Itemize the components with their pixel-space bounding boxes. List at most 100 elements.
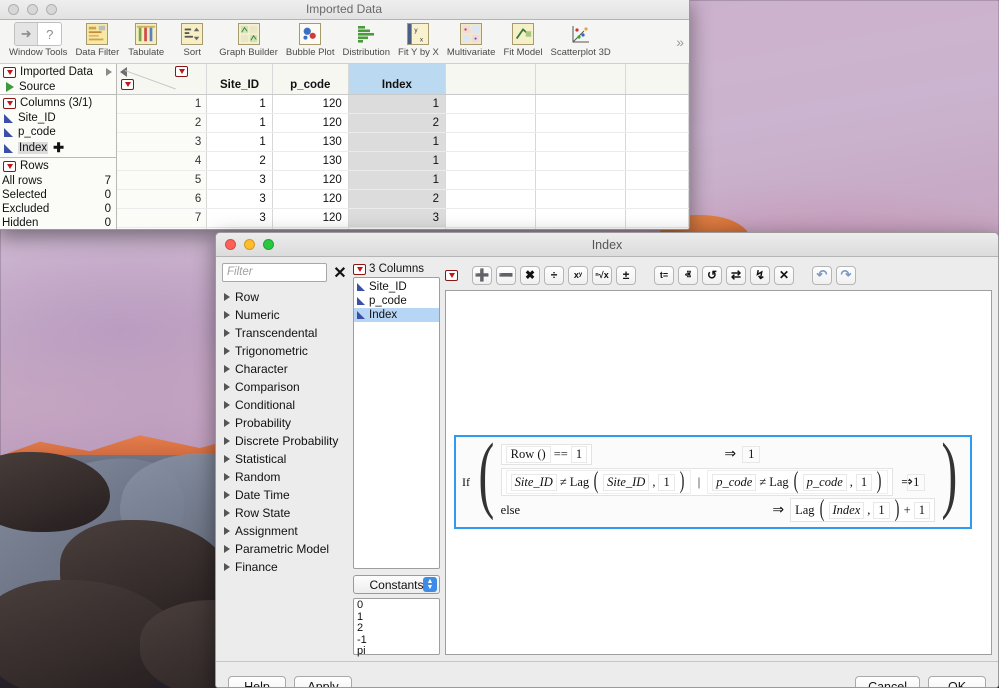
lag-arg-site-id[interactable]: Site_ID (603, 473, 650, 491)
multivariate-icon[interactable] (460, 22, 483, 46)
minimize-button[interactable] (244, 239, 255, 250)
toolbar-overflow-icon[interactable]: » (676, 34, 684, 50)
red-triangle-icon[interactable] (121, 79, 134, 90)
red-triangle-icon[interactable] (445, 269, 458, 281)
condition-2[interactable]: Site_ID ≠ Lag ( Site_ID , 1 ) | p_code ≠… (500, 468, 894, 496)
function-group-statistical[interactable]: Statistical (222, 450, 349, 468)
cancel-button[interactable]: Cancel (855, 675, 920, 687)
fit-y-by-x-icon[interactable]: yx (407, 22, 430, 46)
data-table[interactable]: Site_ID p_code Index 1 1 120 1 2 1 120 2… (117, 64, 689, 229)
grid-corner-cell[interactable] (117, 64, 208, 95)
condition-1-rhs[interactable]: 1 (570, 445, 588, 463)
stepper-icon[interactable]: ▲ ▼ (423, 577, 437, 592)
formula-column-index[interactable]: Index (354, 308, 439, 322)
row-number[interactable]: 1 (117, 94, 208, 114)
table-row[interactable]: 4 2 130 1 (117, 151, 689, 171)
function-group-comparison[interactable]: Comparison (222, 378, 349, 396)
cell-site-id[interactable]: 2 (206, 151, 273, 171)
table-row[interactable]: 2 1 120 2 (117, 113, 689, 133)
swap-button[interactable]: ⇄ (726, 265, 746, 285)
peel-button[interactable]: ↺ (702, 265, 722, 285)
toolbar-item-tabulate[interactable]: Tabulate (123, 22, 169, 58)
subtract-button[interactable]: ➖ (496, 265, 516, 285)
cell-index[interactable]: 1 (348, 151, 446, 171)
toolbar-item-window-tools[interactable]: ➜? Window Tools (5, 22, 71, 58)
collapse-triangle-icon[interactable] (120, 67, 127, 77)
row-number[interactable]: 6 (117, 189, 208, 209)
apply-button[interactable]: Apply (294, 675, 352, 687)
else-clause[interactable]: else ⇒ Lag ( Index , 1 ) + 1 (501, 496, 935, 524)
sort-icon[interactable] (181, 22, 204, 46)
formula-canvas[interactable]: If ( Row () == 1 ⇒ 1 Site_ID ≠ Lag (Sit… (445, 290, 992, 655)
chevron-right-icon[interactable] (224, 347, 230, 355)
help-button[interactable]: Help (228, 675, 286, 687)
cell-index[interactable]: 1 (348, 170, 446, 190)
close-button[interactable] (8, 3, 19, 15)
lag-n[interactable]: 1 (873, 501, 890, 519)
tabulate-icon[interactable] (135, 22, 158, 46)
undo-button[interactable]: ↶ (812, 265, 832, 285)
delete-button[interactable]: ✕ (774, 265, 794, 285)
toolbar-item-sort[interactable]: Sort (169, 22, 215, 58)
data-table-body[interactable]: 1 1 120 1 2 1 120 2 3 1 130 1 4 2 130 1 … (117, 94, 689, 229)
data-window-titlebar[interactable]: Imported Data (0, 0, 689, 20)
toolbar-item-multivariate[interactable]: Multivariate (443, 22, 500, 58)
table-row[interactable]: 7 3 120 3 (117, 208, 689, 228)
var-site-id[interactable]: Site_ID (510, 473, 557, 491)
lag-function[interactable]: Lag (795, 503, 814, 518)
var-p-code[interactable]: p_code (712, 473, 757, 491)
data-grid[interactable]: Site_ID p_code Index 1 1 120 1 2 1 120 2… (117, 64, 689, 229)
function-group-discrete-probability[interactable]: Discrete Probability (222, 432, 349, 450)
cell-p-code[interactable]: 130 (272, 151, 349, 171)
data-window-traffic-lights[interactable] (0, 3, 57, 15)
data-filter-icon[interactable] (86, 22, 109, 46)
condition-2-left[interactable]: Site_ID ≠ Lag ( Site_ID , 1 ) (505, 469, 691, 494)
constant-item[interactable]: pi (357, 645, 436, 658)
source-item[interactable]: Source (0, 80, 116, 94)
constant-item[interactable]: 2 (357, 622, 436, 635)
column-header-site-id[interactable]: Site_ID (206, 64, 273, 95)
chevron-right-icon[interactable] (106, 68, 112, 76)
result-1[interactable]: 1 (742, 445, 761, 463)
cell-p-code[interactable]: 120 (272, 94, 349, 114)
row-number[interactable]: 7 (117, 208, 208, 228)
minimize-button[interactable] (27, 3, 38, 15)
graph-builder-icon[interactable] (237, 22, 260, 46)
local-variable-button[interactable]: t= (654, 265, 674, 285)
toolbar-item-distribution[interactable]: Distribution (338, 22, 394, 58)
cell-p-code[interactable]: 130 (272, 132, 349, 152)
column-header-index[interactable]: Index (348, 64, 446, 95)
row-function[interactable]: Row () (505, 445, 551, 463)
function-group-row[interactable]: Row (222, 288, 349, 306)
row-number[interactable]: 5 (117, 170, 208, 190)
chevron-right-icon[interactable] (224, 491, 230, 499)
chevron-right-icon[interactable] (224, 401, 230, 409)
filter-input[interactable]: Filter (222, 263, 327, 282)
constant-item[interactable]: 1 (357, 611, 436, 624)
root-button[interactable]: ⁿ√x (592, 265, 612, 285)
chevron-right-icon[interactable] (224, 527, 230, 535)
chevron-right-icon[interactable] (224, 437, 230, 445)
constant-item[interactable]: 0 (357, 599, 436, 612)
formula-columns-list[interactable]: Site_ID p_code Index (353, 277, 440, 569)
function-group-numeric[interactable]: Numeric (222, 306, 349, 324)
multiply-button[interactable]: ✖ (520, 265, 540, 285)
columns-panel-header[interactable]: Columns (3/1) (0, 95, 116, 111)
chevron-right-icon[interactable] (224, 563, 230, 571)
condition-2-right[interactable]: p_code ≠ Lag ( p_code , 1 ) (707, 469, 889, 494)
row-number[interactable]: 2 (117, 113, 208, 133)
formula-window-titlebar[interactable]: Index (216, 233, 998, 257)
function-group-date-time[interactable]: Date Time (222, 486, 349, 504)
cell-site-id[interactable]: 1 (206, 94, 273, 114)
cell-index[interactable]: 2 (348, 113, 446, 133)
function-group-assignment[interactable]: Assignment (222, 522, 349, 540)
chevron-right-icon[interactable] (224, 455, 230, 463)
cell-index[interactable]: 1 (348, 94, 446, 114)
function-group-transcendental[interactable]: Transcendental (222, 324, 349, 342)
ok-button[interactable]: OK (928, 675, 986, 687)
table-row[interactable]: 6 3 120 2 (117, 189, 689, 209)
formula-window-traffic-lights[interactable] (216, 239, 274, 250)
bubble-plot-icon[interactable] (299, 22, 322, 46)
cell-p-code[interactable]: 120 (272, 208, 349, 228)
formula-expression[interactable]: If ( Row () == 1 ⇒ 1 Site_ID ≠ Lag (Sit… (454, 430, 972, 529)
